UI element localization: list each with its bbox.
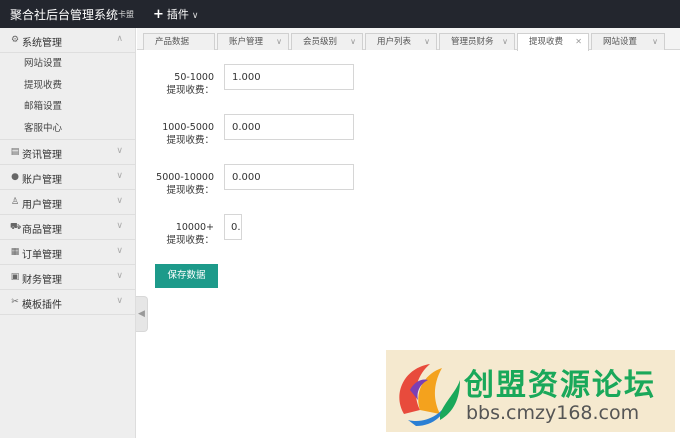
fee-row-3-label: 5000-10000 提现收费：: [150, 171, 214, 197]
sidebar-group-label: 模板插件: [22, 300, 62, 311]
cart-icon: ⛟: [10, 222, 22, 232]
chevron-down-icon: ∨: [116, 146, 123, 156]
sidebar-item-site-settings[interactable]: 网站设置: [0, 53, 135, 75]
finance-icon: ▣: [10, 272, 20, 282]
users-icon: ♙: [10, 197, 20, 207]
fee-row-1-label: 50-1000 提现收费：: [150, 71, 214, 97]
chevron-down-icon: ∨: [350, 37, 356, 46]
sidebar-group-label: 财务管理: [22, 275, 62, 286]
sidebar-group-products[interactable]: ⛟ 商品管理 ∨: [0, 215, 135, 240]
fee-suffix: 提现收费：: [166, 85, 214, 96]
plugin-menu-label: 插件: [166, 8, 189, 21]
fee-suffix: 提现收费：: [166, 185, 214, 196]
fee-range: 1000-5000: [162, 122, 214, 133]
watermark-banner: 创盟资源论坛 bbs.cmzy168.com: [386, 350, 675, 432]
tab-strip: 产品数据 账户管理 ∨ 会员级别 ∨ 用户列表 ∨ 管理员财务 ∨ 提现收费 ✕ 网站设置…: [137, 28, 680, 51]
sidebar-item-withdraw-fee[interactable]: 提现收费: [0, 75, 135, 97]
fee-row-4-label: 10000+ 提现收费：: [150, 221, 214, 247]
sidebar-group-templates[interactable]: ✂ 模板插件 ∨: [0, 290, 135, 315]
gear-icon: ⚙: [10, 35, 20, 45]
chevron-down-icon: ∨: [116, 221, 123, 231]
tab-account-management[interactable]: 账户管理 ∨: [217, 33, 289, 50]
sidebar-group-account[interactable]: ● 账户管理 ∨: [0, 165, 135, 190]
tab-label: 会员级别: [303, 37, 338, 47]
tab-site-settings[interactable]: 网站设置 ∨: [591, 33, 665, 50]
tab-label: 网站设置: [603, 37, 638, 47]
sidebar-group-news[interactable]: ▤ 资讯管理 ∨: [0, 140, 135, 165]
sidebar-item-email-settings[interactable]: 邮箱设置: [0, 96, 135, 118]
fee-input-3[interactable]: [224, 164, 354, 190]
chevron-left-icon: ◀: [138, 309, 145, 319]
calendar-icon: ▦: [10, 247, 20, 257]
fee-range: 10000+: [175, 222, 214, 233]
sidebar-group-label: 商品管理: [22, 225, 62, 236]
sidebar-group-label: 用户管理: [22, 200, 62, 211]
chevron-down-icon: ∨: [424, 37, 430, 46]
tab-withdraw-fee[interactable]: 提现收费 ✕: [517, 33, 589, 51]
app-title: 聚合社后台管理系统: [10, 8, 119, 22]
tab-label: 账户管理: [229, 37, 264, 47]
chevron-down-icon: ∨: [502, 37, 508, 46]
tab-label: 用户列表: [377, 37, 412, 47]
sidebar-group-finance[interactable]: ▣ 财务管理 ∨: [0, 265, 135, 290]
sidebar-collapse-handle[interactable]: ◀: [136, 296, 148, 332]
plus-icon: +: [153, 7, 164, 22]
fee-input-2[interactable]: [224, 114, 354, 140]
sidebar-group-orders[interactable]: ▦ 订单管理 ∨: [0, 240, 135, 265]
tab-label: 提现收费: [529, 37, 564, 47]
tab-label: 产品数据: [155, 37, 190, 47]
tab-product-data[interactable]: 产品数据: [143, 33, 215, 50]
watermark-name: 创盟资源论坛: [464, 368, 656, 403]
chevron-down-icon: ∨: [116, 246, 123, 256]
forum-logo-icon: [399, 364, 460, 426]
sidebar-item-service-center[interactable]: 客服中心: [0, 118, 135, 140]
sidebar-submenu: 网站设置 提现收费 邮箱设置 客服中心: [0, 53, 135, 140]
tab-label: 管理员财务: [451, 37, 494, 47]
sidebar-group-label: 账户管理: [22, 175, 62, 186]
chevron-down-icon: ∨: [116, 296, 123, 306]
chevron-down-icon: ∨: [116, 171, 123, 181]
chevron-down-icon: ∨: [652, 37, 658, 46]
plugin-menu[interactable]: + 插件 ∨: [153, 6, 199, 22]
fee-row-2-label: 1000-5000 提现收费：: [150, 121, 214, 147]
sidebar-group-label: 订单管理: [22, 250, 62, 261]
tab-admin-finance[interactable]: 管理员财务 ∨: [439, 33, 515, 50]
chevron-up-icon: ∧: [116, 34, 123, 44]
sidebar-group-label: 资讯管理: [22, 150, 62, 161]
tab-user-list[interactable]: 用户列表 ∨: [365, 33, 437, 50]
sidebar: ⚙ 系统管理 ∧ 网站设置 提现收费 邮箱设置 客服中心 ▤ 资讯管理 ∨ ● …: [0, 28, 136, 438]
chevron-down-icon: ∨: [116, 196, 123, 206]
app-subtitle: 卡盟: [118, 10, 134, 19]
chevron-down-icon: ∨: [191, 11, 199, 21]
fee-suffix: 提现收费：: [166, 135, 214, 146]
sidebar-group-label: 系统管理: [22, 38, 62, 49]
sidebar-group-users[interactable]: ♙ 用户管理 ∨: [0, 190, 135, 215]
fee-range: 50-1000: [174, 72, 214, 83]
top-bar: 聚合社后台管理系统 卡盟 + 插件 ∨: [0, 0, 680, 28]
fee-input-1[interactable]: [224, 64, 354, 90]
sidebar-group-system[interactable]: ⚙ 系统管理 ∧: [0, 28, 135, 53]
fee-input-4[interactable]: [224, 214, 242, 240]
watermark-url: bbs.cmzy168.com: [466, 402, 640, 424]
news-icon: ▤: [10, 147, 20, 157]
user-icon: ●: [11, 172, 19, 182]
tab-member-level[interactable]: 会员级别 ∨: [291, 33, 363, 50]
tools-icon: ✂: [11, 297, 19, 307]
fee-range: 5000-10000: [156, 172, 214, 183]
chevron-down-icon: ∨: [276, 37, 282, 46]
chevron-down-icon: ∨: [116, 271, 123, 281]
close-icon[interactable]: ✕: [575, 34, 582, 50]
save-button[interactable]: 保存数据: [155, 264, 218, 288]
fee-suffix: 提现收费：: [166, 235, 214, 246]
